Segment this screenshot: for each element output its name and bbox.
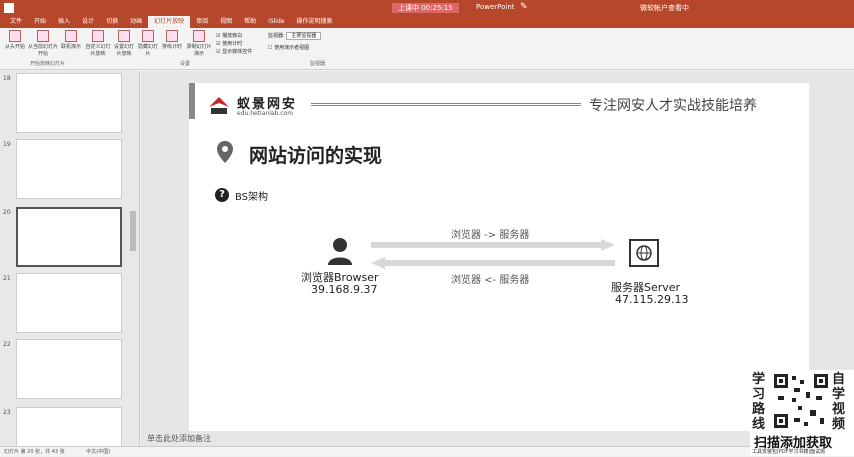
- narration-check[interactable]: ☑ 播放旁白: [216, 32, 242, 39]
- rehearse-button[interactable]: 排练计时: [160, 30, 184, 50]
- arrow-top-label: 浏览器 -> 服务器: [451, 230, 530, 241]
- header-line: [311, 103, 581, 106]
- logo-url: edu.hetianlab.com: [237, 110, 294, 117]
- slogan: 专注网安人才实战技能培养: [589, 98, 757, 114]
- server-ip: 47.115.29.13: [615, 293, 689, 306]
- accent-bar: [189, 83, 195, 119]
- qr-code-image: [772, 372, 830, 430]
- from-beginning-button[interactable]: 从头开始: [4, 30, 26, 50]
- tab-review[interactable]: 审阅: [190, 16, 214, 28]
- presenter-view-check[interactable]: ☐ 使用演示者视图: [268, 44, 309, 51]
- from-current-button[interactable]: 从当前幻灯片开始: [28, 30, 58, 57]
- browser-ip: 39.168.9.37: [311, 283, 378, 296]
- media-controls-check[interactable]: ☑ 显示媒体控件: [216, 48, 252, 55]
- tab-transitions[interactable]: 切换: [100, 16, 124, 28]
- tab-islide[interactable]: iSlide: [262, 16, 290, 28]
- play-icon: [9, 30, 21, 42]
- hidden-title: 微软帐户查看中: [640, 4, 689, 12]
- play-current-icon: [37, 30, 49, 42]
- location-pin-icon: [217, 141, 233, 163]
- group-label-setup: 设置: [180, 61, 191, 67]
- slide-thumbnail-pane[interactable]: 18 19 20 21 22 23: [0, 71, 140, 446]
- thumb-number: 18: [3, 75, 11, 82]
- slide-thumbnail[interactable]: [16, 139, 122, 199]
- thumb-number: 21: [3, 275, 11, 282]
- slide-counter: 幻灯片 第 20 张，共 43 张: [4, 449, 65, 455]
- window-title: 上课中 00:25:15: [392, 3, 459, 13]
- tab-help[interactable]: 帮助: [238, 16, 262, 28]
- thumb-number: 22: [3, 341, 11, 348]
- timing-check[interactable]: ☑ 使用计时: [216, 40, 242, 47]
- notes-placeholder[interactable]: 单击此处添加备注: [141, 432, 854, 446]
- slide-thumbnail[interactable]: [16, 339, 122, 399]
- tab-search[interactable]: 操作说明搜索: [290, 16, 338, 28]
- pen-icon[interactable]: ✎: [520, 2, 528, 12]
- hide-slide-button[interactable]: 隐藏幻灯片: [138, 30, 158, 57]
- language-indicator: 中文(中国): [86, 449, 111, 455]
- question-icon: ?: [215, 188, 229, 202]
- app-name: PowerPoint: [476, 3, 515, 11]
- setup-show-button[interactable]: 设置幻灯片放映: [112, 30, 136, 57]
- slide-thumbnail[interactable]: [16, 73, 122, 133]
- logo-icon: [209, 97, 229, 114]
- timer-icon: [166, 30, 178, 42]
- tab-home[interactable]: 开始: [28, 16, 52, 28]
- arrow-bottom-label: 浏览器 <- 服务器: [451, 275, 530, 286]
- hide-icon: [142, 30, 154, 42]
- thumbnail-scrollbar[interactable]: [130, 211, 136, 251]
- promo-right-column: 自 学 视 频: [832, 372, 846, 432]
- group-label-start: 开始放映幻灯片: [30, 61, 66, 67]
- setup-icon: [118, 30, 130, 42]
- tab-animations[interactable]: 动画: [124, 16, 148, 28]
- thumb-number: 20: [3, 209, 11, 216]
- tab-design[interactable]: 设计: [76, 16, 100, 28]
- online-present-button[interactable]: 联机演示: [60, 30, 82, 50]
- tab-slideshow[interactable]: 幻灯片放映: [148, 16, 191, 28]
- status-bar: 幻灯片 第 20 张，共 43 张 中文(中国): [0, 446, 854, 456]
- slide-canvas[interactable]: 蚁景网安 edu.hetianlab.com 专注网安人才实战技能培养 网站访问…: [189, 83, 809, 431]
- slide-editor[interactable]: 蚁景网安 edu.hetianlab.com 专注网安人才实战技能培养 网站访问…: [141, 71, 854, 446]
- ribbon: 从头开始 从当前幻灯片开始 联机演示 自定义幻灯片放映 设置幻灯片放映 隐藏幻灯…: [0, 28, 854, 70]
- slide-thumbnail[interactable]: [16, 407, 122, 446]
- title-bar: 上课中 00:25:15 PowerPoint ✎ 微软帐户查看中: [0, 0, 854, 16]
- tab-file[interactable]: 文件: [4, 16, 28, 28]
- server-globe-icon: [629, 239, 659, 267]
- monitor-select[interactable]: 监视器: 主要监视器: [268, 32, 322, 40]
- custom-show-button[interactable]: 自定义幻灯片放映: [84, 30, 112, 57]
- promo-left-column: 学 习 路 线: [752, 372, 766, 432]
- tab-view[interactable]: 视图: [214, 16, 238, 28]
- slide-thumbnail-active[interactable]: [16, 207, 122, 267]
- custom-show-icon: [92, 30, 104, 42]
- user-icon: [328, 238, 352, 265]
- group-label-monitor: 监视器: [310, 61, 326, 67]
- slide-thumbnail[interactable]: [16, 273, 122, 333]
- response-arrow: [371, 257, 615, 269]
- ribbon-tabs: 文件 开始 插入 设计 切换 动画 幻灯片放映 审阅 视图 帮助 iSlide …: [0, 16, 854, 28]
- record-icon: [193, 30, 205, 42]
- promo-sub: 工具安装包|PDF学习书籍|面试题: [752, 449, 826, 455]
- app-icon: [4, 3, 14, 13]
- online-icon: [65, 30, 77, 42]
- thumb-number: 19: [3, 141, 11, 148]
- thumb-number: 23: [3, 409, 11, 416]
- tab-insert[interactable]: 插入: [52, 16, 76, 28]
- record-button[interactable]: 录制幻灯片演示: [186, 30, 212, 57]
- slide-subtitle: BS架构: [235, 192, 269, 203]
- promo-overlay: 学 习 路 线 自 学 视 频 扫描添加获取 工具安装包|PDF学习书籍|面试题: [750, 370, 854, 456]
- slide-title: 网站访问的实现: [249, 145, 383, 167]
